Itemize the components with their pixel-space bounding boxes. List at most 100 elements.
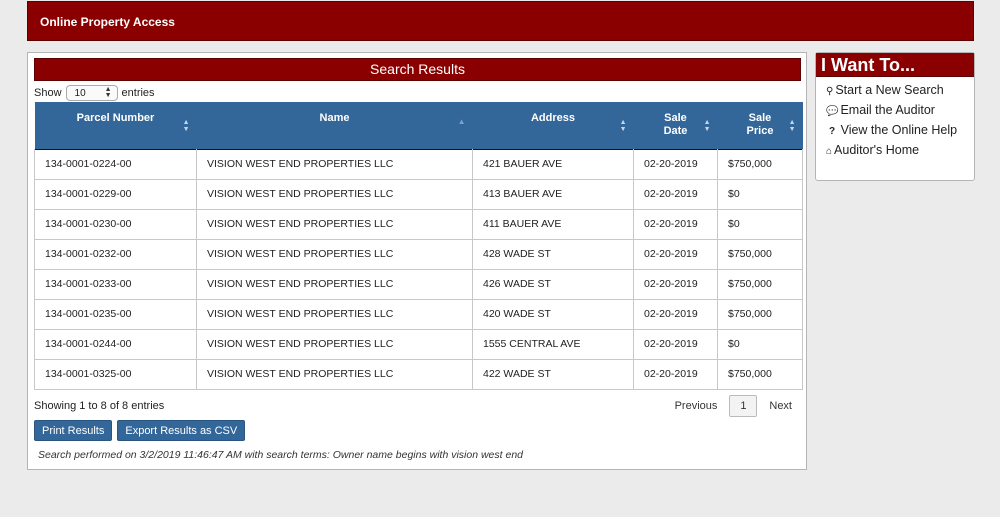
i-want-to-panel: I Want To... ⚲ Start a New Search 💬 Email … bbox=[815, 52, 975, 181]
parcel-number-cell[interactable]: 134-0001-0232-00 bbox=[34, 238, 197, 270]
sale-price-cell: $750,000 bbox=[717, 298, 803, 330]
parcel-number-cell[interactable]: 134-0001-0229-00 bbox=[34, 178, 197, 210]
table-row[interactable]: 134-0001-0233-00 VISION WEST END PROPERTI… bbox=[34, 268, 803, 300]
link-label: View the Online Help bbox=[840, 123, 958, 137]
sale-date-cell: 02-20-2019 bbox=[633, 358, 718, 390]
name-cell: VISION WEST END PROPERTIES LLC bbox=[196, 238, 473, 270]
table-row[interactable]: 134-0001-0230-00 VISION WEST END PROPERTI… bbox=[34, 208, 803, 240]
sale-price-cell: $0 bbox=[717, 328, 803, 360]
sort-both-icon: ▲ ▼ bbox=[619, 119, 627, 133]
email-auditor-link[interactable]: 💬 Email the Auditor bbox=[826, 101, 974, 121]
table-row[interactable]: 134-0001-0244-00 VISION WEST END PROPERTI… bbox=[34, 328, 803, 360]
table-row[interactable]: 134-0001-0235-00 VISION WEST END PROPERTI… bbox=[34, 298, 803, 330]
link-label: Email the Auditor bbox=[840, 103, 935, 117]
export-csv-button[interactable]: Export Results as CSV bbox=[117, 420, 246, 441]
action-buttons: Print Results Export Results as CSV bbox=[34, 420, 250, 441]
sale-price-cell: $0 bbox=[717, 178, 803, 210]
i-want-to-list: ⚲ Start a New Search 💬 Email the Auditor ?… bbox=[816, 77, 974, 161]
select-arrows-icon: ▲ ▼ bbox=[104, 86, 112, 99]
name-cell: VISION WEST END PROPERTIES LLC bbox=[196, 148, 473, 180]
address-cell: 413 BAUER AVE bbox=[472, 178, 634, 210]
sale-price-cell: $750,000 bbox=[717, 148, 803, 180]
column-header-label: Name bbox=[319, 112, 350, 124]
sale-date-cell: 02-20-2019 bbox=[633, 148, 718, 180]
parcel-number-cell[interactable]: 134-0001-0244-00 bbox=[34, 328, 197, 360]
sale-price-cell: $0 bbox=[717, 208, 803, 240]
results-table: Parcel Number ▲ ▼ Name ▲ Address ▲ ▼ Sale … bbox=[34, 102, 803, 390]
address-cell: 1555 CENTRAL AVE bbox=[472, 328, 634, 360]
sort-both-icon: ▲ ▼ bbox=[788, 119, 796, 133]
name-cell: VISION WEST END PROPERTIES LLC bbox=[196, 298, 473, 330]
column-header-label: Address bbox=[530, 112, 576, 124]
address-cell: 421 BAUER AVE bbox=[472, 148, 634, 180]
sale-date-cell: 02-20-2019 bbox=[633, 268, 718, 300]
sale-date-cell: 02-20-2019 bbox=[633, 238, 718, 270]
sort-both-icon: ▲ ▼ bbox=[182, 119, 190, 133]
name-cell: VISION WEST END PROPERTIES LLC bbox=[196, 208, 473, 240]
parcel-number-cell[interactable]: 134-0001-0325-00 bbox=[34, 358, 197, 390]
search-performed-note: Search performed on 3/2/2019 11:46:47 AM… bbox=[38, 449, 523, 461]
parcel-number-cell[interactable]: 134-0001-0235-00 bbox=[34, 298, 197, 330]
entries-length-control: Show 10 ▲ ▼ entries bbox=[34, 84, 155, 102]
results-table-body: 134-0001-0224-00 VISION WEST END PROPERTI… bbox=[34, 148, 803, 390]
entries-select-value: 10 bbox=[74, 87, 86, 99]
app-header: Online Property Access bbox=[27, 1, 974, 41]
table-row[interactable]: 134-0001-0229-00 VISION WEST END PROPERTI… bbox=[34, 178, 803, 210]
sort-both-icon: ▲ ▼ bbox=[703, 119, 711, 133]
sale-date-cell: 02-20-2019 bbox=[633, 178, 718, 210]
table-row[interactable]: 134-0001-0224-00 VISION WEST END PROPERTI… bbox=[34, 148, 803, 180]
name-cell: VISION WEST END PROPERTIES LLC bbox=[196, 328, 473, 360]
results-title: Search Results bbox=[34, 58, 801, 81]
next-page-button[interactable]: Next bbox=[769, 400, 792, 412]
show-label: Show bbox=[34, 87, 62, 99]
parcel-number-cell[interactable]: 134-0001-0230-00 bbox=[34, 208, 197, 240]
address-cell: 428 WADE ST bbox=[472, 238, 634, 270]
print-results-button[interactable]: Print Results bbox=[34, 420, 113, 441]
sale-date-cell: 02-20-2019 bbox=[633, 298, 718, 330]
name-cell: VISION WEST END PROPERTIES LLC bbox=[196, 358, 473, 390]
sort-ascending-icon: ▲ bbox=[457, 117, 466, 126]
pagination: Previous 1 Next bbox=[675, 395, 792, 417]
sale-date-cell: 02-20-2019 bbox=[633, 208, 718, 240]
column-header-parcel-number[interactable]: Parcel Number ▲ ▼ bbox=[34, 102, 197, 149]
column-header-sale-date[interactable]: Sale Date ▲ ▼ bbox=[633, 102, 718, 149]
previous-page-button[interactable]: Previous bbox=[675, 400, 718, 412]
column-header-label: Parcel Number bbox=[76, 112, 155, 124]
column-header-address[interactable]: Address ▲ ▼ bbox=[472, 102, 634, 149]
link-label: Auditor's Home bbox=[834, 143, 920, 157]
results-panel: Search Results Show 10 ▲ ▼ entries Parcel… bbox=[27, 52, 807, 470]
app-title: Online Property Access bbox=[40, 15, 175, 29]
page-1-button[interactable]: 1 bbox=[729, 395, 758, 417]
i-want-to-title: I Want To... bbox=[816, 53, 974, 77]
address-cell: 426 WADE ST bbox=[472, 268, 634, 300]
column-header-label: Sale Date bbox=[663, 112, 688, 137]
question-icon: ? bbox=[829, 126, 836, 137]
name-cell: VISION WEST END PROPERTIES LLC bbox=[196, 268, 473, 300]
sale-date-cell: 02-20-2019 bbox=[633, 328, 718, 360]
table-info: Showing 1 to 8 of 8 entries bbox=[34, 400, 165, 412]
sale-price-cell: $750,000 bbox=[717, 268, 803, 300]
column-header-sale-price[interactable]: Sale Price ▲ ▼ bbox=[717, 102, 803, 149]
parcel-number-cell[interactable]: 134-0001-0224-00 bbox=[34, 148, 197, 180]
table-row[interactable]: 134-0001-0325-00 VISION WEST END PROPERTI… bbox=[34, 358, 803, 390]
sale-price-cell: $750,000 bbox=[717, 358, 803, 390]
table-header-row: Parcel Number ▲ ▼ Name ▲ Address ▲ ▼ Sale … bbox=[34, 102, 803, 149]
column-header-name[interactable]: Name ▲ bbox=[196, 102, 473, 149]
parcel-number-cell[interactable]: 134-0001-0233-00 bbox=[34, 268, 197, 300]
search-icon: ⚲ bbox=[826, 86, 834, 97]
address-cell: 420 WADE ST bbox=[472, 298, 634, 330]
chat-icon: 💬 bbox=[826, 106, 839, 117]
address-cell: 422 WADE ST bbox=[472, 358, 634, 390]
sale-price-cell: $750,000 bbox=[717, 238, 803, 270]
view-online-help-link[interactable]: ? View the Online Help bbox=[816, 121, 974, 141]
auditors-home-link[interactable]: ⌂ Auditor's Home bbox=[826, 141, 974, 161]
address-cell: 411 BAUER AVE bbox=[472, 208, 634, 240]
column-header-label: Sale Price bbox=[746, 112, 774, 137]
entries-per-page-select[interactable]: 10 ▲ ▼ bbox=[65, 85, 118, 101]
table-row[interactable]: 134-0001-0232-00 VISION WEST END PROPERTI… bbox=[34, 238, 803, 270]
link-label: Start a New Search bbox=[835, 83, 944, 97]
name-cell: VISION WEST END PROPERTIES LLC bbox=[196, 178, 473, 210]
entries-label: entries bbox=[121, 87, 155, 99]
start-new-search-link[interactable]: ⚲ Start a New Search bbox=[826, 81, 974, 101]
home-icon: ⌂ bbox=[826, 146, 833, 157]
